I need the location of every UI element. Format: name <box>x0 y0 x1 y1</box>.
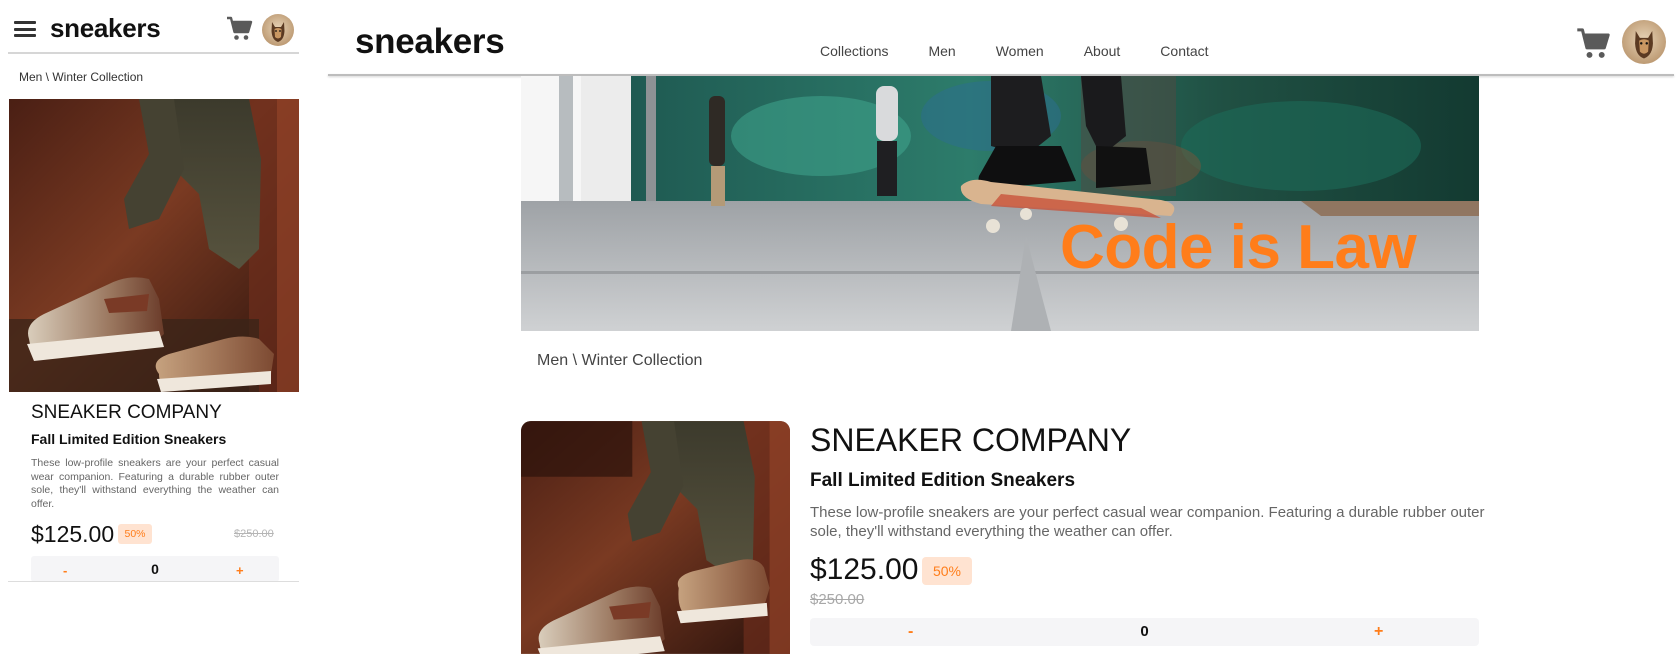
product-brand: SNEAKER COMPANY <box>810 422 1132 458</box>
hero-banner <box>521 76 1479 331</box>
product-description: These low-profile sneakers are your perf… <box>31 457 279 510</box>
cart-icon[interactable] <box>1576 27 1612 61</box>
original-price: $250.00 <box>234 528 274 540</box>
discount-badge: 50% <box>922 557 972 585</box>
product-description: These low-profile sneakers are your perf… <box>810 504 1485 540</box>
avatar[interactable] <box>1622 20 1666 64</box>
nav-men[interactable]: Men <box>928 43 955 59</box>
mobile-view: sneakers Men \ Winter Collection SNEAKER… <box>0 0 300 654</box>
nav-about[interactable]: About <box>1084 43 1121 59</box>
quantity-increase-button[interactable]: + <box>1374 623 1383 641</box>
mobile-header: sneakers <box>0 0 300 54</box>
desktop-logo[interactable]: sneakers <box>355 22 505 62</box>
product-title: Fall Limited Edition Sneakers <box>810 470 1076 491</box>
mobile-logo[interactable]: sneakers <box>50 13 161 44</box>
breadcrumb: Men \ Winter Collection <box>19 70 144 84</box>
header-divider <box>8 52 299 54</box>
hamburger-menu-icon[interactable] <box>14 21 36 37</box>
product-price: $125.00 <box>31 521 115 547</box>
product-image[interactable] <box>521 421 790 654</box>
product-price: $125.00 <box>810 553 919 586</box>
original-price: $250.00 <box>810 591 865 608</box>
product-brand: SNEAKER COMPANY <box>31 402 222 423</box>
nav-women[interactable]: Women <box>996 43 1044 59</box>
quantity-stepper: - 0 + <box>31 556 279 582</box>
hero-headline: Code is Law <box>1060 213 1417 282</box>
avatar[interactable] <box>262 14 294 46</box>
nav-contact[interactable]: Contact <box>1160 43 1208 59</box>
cart-icon[interactable] <box>226 16 254 42</box>
nav-collections[interactable]: Collections <box>820 43 888 59</box>
panel-bottom-divider <box>8 581 299 582</box>
breadcrumb: Men \ Winter Collection <box>537 352 703 369</box>
quantity-increase-button[interactable]: + <box>236 563 244 578</box>
quantity-stepper: - 0 + <box>810 618 1479 646</box>
desktop-header <box>328 0 1676 76</box>
product-image[interactable] <box>9 99 299 392</box>
discount-badge: 50% <box>118 524 152 544</box>
main-nav: Collections Men Women About Contact <box>820 43 1249 59</box>
product-title: Fall Limited Edition Sneakers <box>31 431 227 447</box>
